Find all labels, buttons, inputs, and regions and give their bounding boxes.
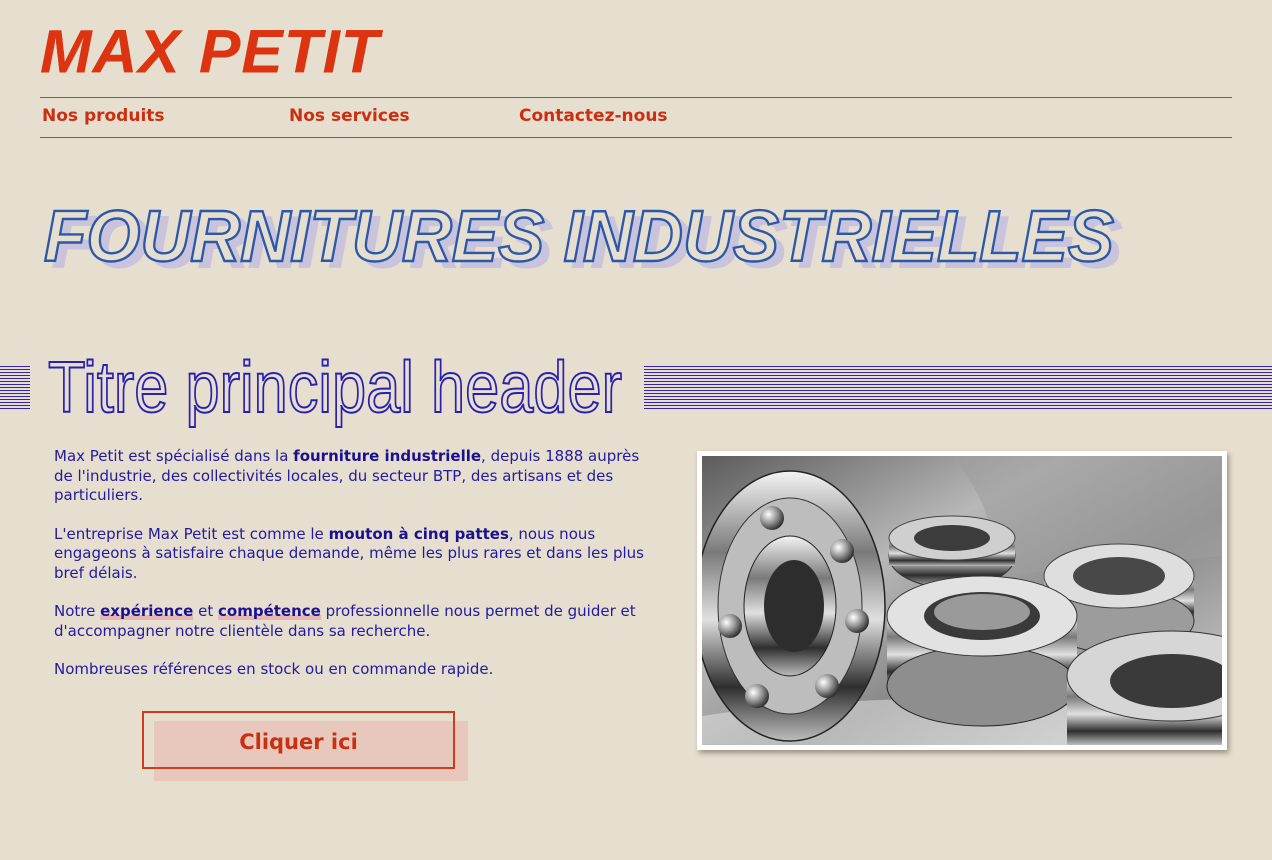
paragraph-1: Max Petit est spécialisé dans la fournit…: [54, 447, 640, 504]
decorative-stripes-left: [0, 366, 30, 410]
decorative-stripes-right: [644, 366, 1272, 410]
nav-link-contact[interactable]: Contactez-nous: [519, 106, 668, 126]
hero-banner: FOURNITURES INDUSTRIELLES FOURNITURES IN…: [43, 196, 1123, 284]
bearing-front-center: [886, 575, 1078, 727]
main-title: Titre principal header: [48, 348, 622, 428]
highlight-competence: compétence: [218, 602, 321, 620]
bearing-front-right: [1066, 630, 1222, 745]
hero-title: FOURNITURES INDUSTRIELLES: [44, 197, 1114, 277]
logo[interactable]: MAX PETIT: [40, 22, 380, 84]
intro-text: Max Petit est spécialisé dans la fournit…: [54, 447, 646, 699]
nav-link-services[interactable]: Nos services: [289, 106, 410, 126]
main-heading: Titre principal header: [47, 347, 623, 429]
bearing-left-large: [702, 470, 886, 742]
paragraph-3: Notre expérience et compétence professio…: [54, 602, 636, 640]
nav-link-products[interactable]: Nos produits: [42, 106, 165, 126]
paragraph-4: Nombreuses références en stock ou en com…: [54, 660, 494, 678]
cta-button[interactable]: Cliquer ici: [142, 711, 455, 769]
highlight-experience: expérience: [100, 602, 194, 620]
main-nav: Nos produits Nos services Contactez-nous: [40, 97, 1232, 138]
ball-bearings-photo: [697, 451, 1227, 750]
paragraph-2: L'entreprise Max Petit est comme le mout…: [54, 524, 644, 582]
